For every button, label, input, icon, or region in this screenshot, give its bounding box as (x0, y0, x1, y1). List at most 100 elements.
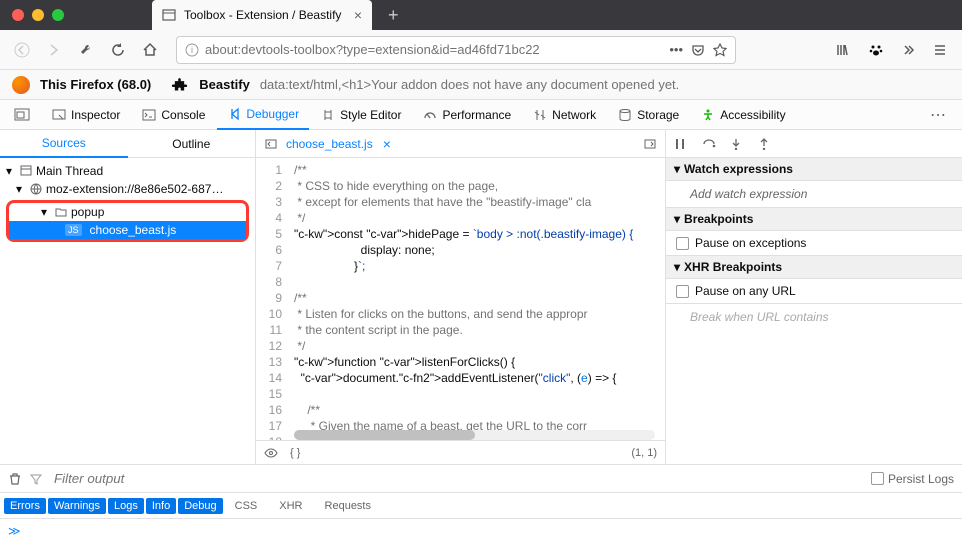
devtools-wrench-icon[interactable] (72, 36, 100, 64)
debugger-right-panel: ▾Watch expressions Add watch expression … (666, 130, 962, 464)
cursor-position: (1, 1) (631, 447, 657, 459)
filter-errors-button[interactable]: Errors (4, 498, 46, 514)
firefox-version-label: This Firefox (68.0) (40, 77, 151, 92)
code-content[interactable]: /** * CSS to hide everything on the page… (288, 158, 665, 440)
tab-inspector[interactable]: Inspector (42, 100, 130, 130)
tab-console[interactable]: Console (132, 100, 215, 130)
checkbox-icon[interactable] (676, 237, 689, 250)
source-tree: ▾Main Thread ▾moz-extension://8e86e502-6… (0, 158, 255, 248)
tree-origin[interactable]: ▾moz-extension://8e86e502-687… (0, 180, 255, 198)
tab-accessibility[interactable]: Accessibility (691, 100, 795, 130)
filter-icon[interactable] (30, 473, 42, 485)
outline-tab[interactable]: Outline (128, 130, 256, 157)
puzzle-icon (171, 76, 189, 94)
pause-on-any-url-checkbox[interactable]: Pause on any URL (666, 279, 962, 304)
pocket-icon[interactable] (691, 43, 705, 57)
sources-tab[interactable]: Sources (0, 130, 128, 158)
nav-toolbar: i about:devtools-toolbox?type=extension&… (0, 30, 962, 70)
tab-close-button[interactable]: × (354, 7, 362, 23)
traffic-lights[interactable] (12, 9, 64, 21)
line-gutter: 123456789101112131415161718 (256, 158, 288, 440)
xhr-url-input[interactable]: Break when URL contains (666, 304, 962, 330)
tab-icon (162, 8, 176, 22)
tab-overflow-button[interactable]: ⋯ (920, 105, 958, 125)
filter-logs-button[interactable]: Logs (108, 498, 144, 514)
tree-file-choose-beast[interactable]: JSchoose_beast.js (9, 221, 246, 239)
tree-main-thread[interactable]: ▾Main Thread (0, 162, 255, 180)
firefox-icon (12, 76, 30, 94)
page-actions-icon[interactable]: ••• (669, 42, 683, 57)
filter-xhr-toggle[interactable]: XHR (269, 498, 312, 514)
debugger-controls (666, 130, 962, 158)
browser-tab[interactable]: Toolbox - Extension / Beastify × (152, 0, 372, 30)
new-tab-button[interactable]: + (388, 5, 399, 26)
step-in-button[interactable] (730, 138, 746, 150)
clear-console-icon[interactable] (8, 472, 22, 486)
tab-network[interactable]: Network (523, 100, 606, 130)
maximize-window-button[interactable] (52, 9, 64, 21)
tab-storage[interactable]: Storage (608, 100, 689, 130)
console-toolbar: Persist Logs (0, 464, 962, 492)
window-icon (20, 165, 32, 177)
step-out-button[interactable] (758, 138, 774, 150)
filter-output-input[interactable] (50, 469, 863, 489)
reload-button[interactable] (104, 36, 132, 64)
editor-footer: { } (1, 1) (256, 440, 665, 464)
filter-debug-button[interactable]: Debug (178, 498, 222, 514)
breakpoints-header[interactable]: ▾Breakpoints (666, 208, 962, 231)
console-prompt-icon: ≫ (8, 524, 21, 538)
filter-css-toggle[interactable]: CSS (225, 498, 268, 514)
pause-on-exceptions-checkbox[interactable]: Pause on exceptions (666, 231, 962, 256)
tree-folder-popup[interactable]: ▾popup (9, 203, 246, 221)
menu-icon[interactable] (926, 36, 954, 64)
devtools-tab-bar: Inspector Console Debugger Style Editor … (0, 100, 962, 130)
minimize-window-button[interactable] (32, 9, 44, 21)
extension-name: Beastify (199, 77, 250, 92)
filter-info-button[interactable]: Info (146, 498, 176, 514)
pretty-print-label[interactable]: { } (290, 447, 300, 459)
home-button[interactable] (136, 36, 164, 64)
checkbox-icon[interactable] (871, 472, 884, 485)
extension-description: data:text/html,<h1>Your addon does not h… (260, 77, 679, 92)
window-titlebar: Toolbox - Extension / Beastify × + (0, 0, 962, 30)
svg-text:i: i (191, 45, 193, 55)
editor-back-icon[interactable] (264, 137, 278, 151)
info-icon[interactable]: i (185, 43, 199, 57)
editor-panel: choose_beast.js × 1234567891011121314151… (256, 130, 666, 464)
step-over-button[interactable] (702, 138, 718, 150)
editor-tab-close-icon[interactable]: × (383, 136, 391, 152)
highlighted-tree-region: ▾popup JSchoose_beast.js (6, 200, 249, 242)
eye-icon[interactable] (264, 446, 278, 460)
folder-icon (55, 206, 67, 218)
tab-performance[interactable]: Performance (413, 100, 521, 130)
console-input[interactable]: ≫ (0, 518, 962, 542)
library-icon[interactable] (830, 36, 858, 64)
iframe-picker-button[interactable] (4, 100, 40, 130)
back-button[interactable] (8, 36, 36, 64)
code-editor[interactable]: 123456789101112131415161718 /** * CSS to… (256, 158, 665, 440)
filter-warnings-button[interactable]: Warnings (48, 498, 106, 514)
tab-debugger[interactable]: Debugger (217, 100, 309, 130)
overflow-icon[interactable] (894, 36, 922, 64)
tab-title: Toolbox - Extension / Beastify (184, 8, 346, 22)
close-window-button[interactable] (12, 9, 24, 21)
watch-expressions-header[interactable]: ▾Watch expressions (666, 158, 962, 181)
forward-button[interactable] (40, 36, 68, 64)
persist-logs-checkbox[interactable]: Persist Logs (871, 472, 954, 486)
url-text: about:devtools-toolbox?type=extension&id… (205, 42, 663, 57)
editor-header: choose_beast.js × (256, 130, 665, 158)
filter-requests-toggle[interactable]: Requests (315, 498, 381, 514)
xhr-breakpoints-header[interactable]: ▾XHR Breakpoints (666, 256, 962, 279)
globe-icon (30, 183, 42, 195)
editor-forward-icon[interactable] (643, 137, 657, 151)
paw-icon[interactable] (862, 36, 890, 64)
pause-resume-button[interactable] (674, 138, 690, 150)
url-bar[interactable]: i about:devtools-toolbox?type=extension&… (176, 36, 736, 64)
checkbox-icon[interactable] (676, 285, 689, 298)
debugger-main: Sources Outline ▾Main Thread ▾moz-extens… (0, 130, 962, 464)
sources-panel: Sources Outline ▾Main Thread ▾moz-extens… (0, 130, 256, 464)
bookmark-star-icon[interactable] (713, 43, 727, 57)
editor-filename[interactable]: choose_beast.js (286, 137, 373, 151)
add-watch-expression-input[interactable]: Add watch expression (666, 181, 962, 208)
tab-style-editor[interactable]: Style Editor (311, 100, 411, 130)
